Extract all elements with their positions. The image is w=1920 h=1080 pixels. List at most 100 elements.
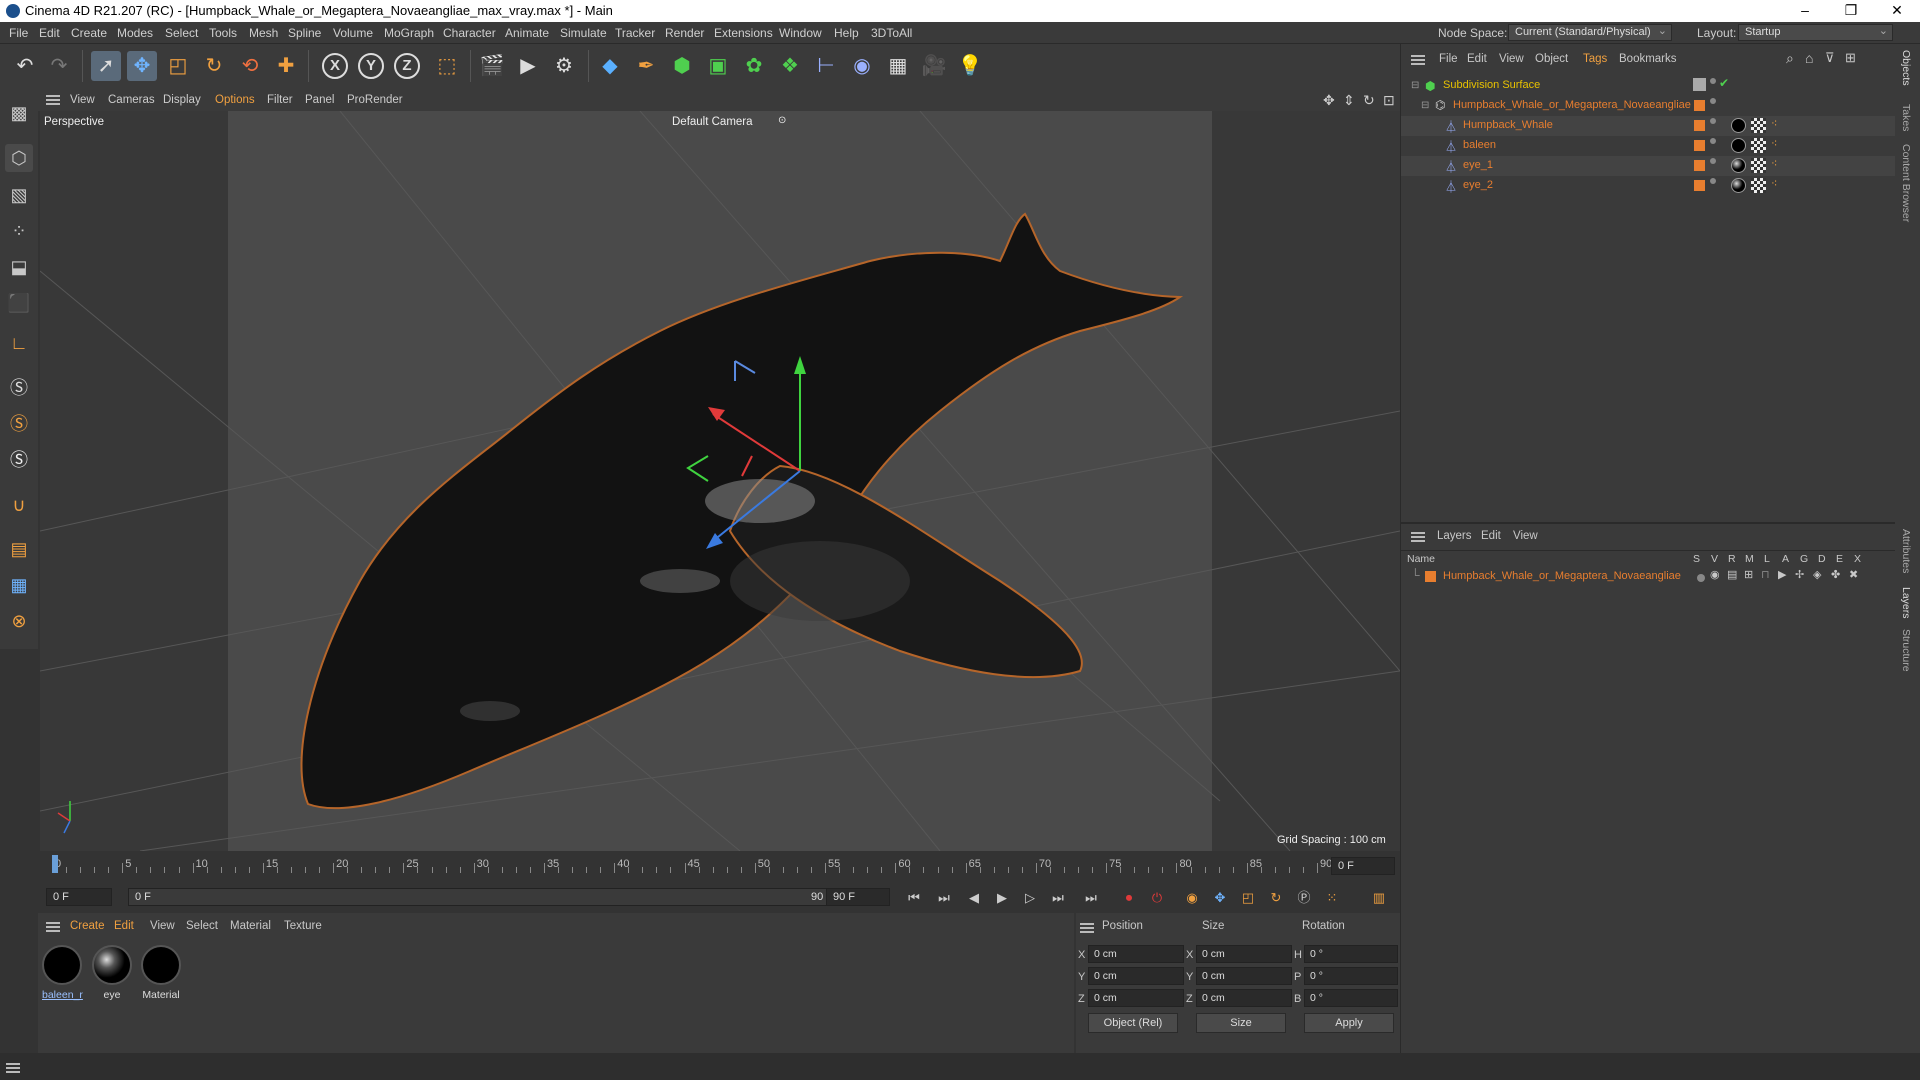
material-menu-texture[interactable]: Texture	[284, 920, 322, 932]
menu-edit[interactable]: Edit	[39, 26, 60, 40]
environment-icon[interactable]: ◉	[847, 51, 877, 81]
end-frame-field[interactable]: 90 F	[826, 888, 890, 906]
object-menu-file[interactable]: File	[1439, 53, 1458, 65]
object-menu-object[interactable]: Object	[1535, 53, 1568, 65]
status-hamburger-icon[interactable]	[6, 1063, 20, 1073]
material-swatch[interactable]: eye	[92, 945, 132, 1011]
deformer-flag-icon[interactable]: ◈	[1813, 568, 1821, 581]
home-icon[interactable]: ⌂	[1805, 50, 1813, 66]
rot-h-field[interactable]: 0 °	[1304, 945, 1398, 963]
side-tab-attributes[interactable]: Attributes	[1900, 529, 1912, 573]
light-icon[interactable]: 💡	[955, 51, 985, 81]
size-y-field[interactable]: 0 cm	[1196, 967, 1292, 985]
redo-icon[interactable]: ↷	[44, 51, 74, 81]
play-icon[interactable]: ▶	[991, 887, 1013, 909]
subdivision-generator-icon[interactable]: ⬢	[667, 51, 697, 81]
material-menu-edit[interactable]: Edit	[114, 920, 134, 932]
search-icon[interactable]: ⌕	[1786, 50, 1794, 67]
phong-tag-icon[interactable]: ⁖	[1771, 137, 1777, 150]
menu-modes[interactable]: Modes	[117, 26, 153, 40]
cube-primitive-icon[interactable]: ◆	[595, 51, 625, 81]
scale-key-icon[interactable]: ◰	[1237, 887, 1259, 909]
object-hamburger-icon[interactable]	[1411, 55, 1425, 65]
menu-extensions[interactable]: Extensions	[714, 26, 773, 40]
y-axis-lock-icon[interactable]: Y	[358, 53, 384, 79]
size-x-field[interactable]: 0 cm	[1196, 945, 1292, 963]
material-swatch[interactable]: baleen_r	[42, 945, 83, 1011]
make-editable-icon[interactable]: ▩	[5, 99, 33, 127]
object-row-eye-2[interactable]: ⏃ eye_2 ⁖	[1401, 176, 1896, 196]
side-tab-structure[interactable]: Structure	[1900, 629, 1912, 672]
live-selection-icon[interactable]: ➚	[91, 51, 121, 81]
object-row-eye-1[interactable]: ⏃ eye_1 ⁖	[1401, 156, 1896, 176]
menu-animate[interactable]: Animate	[505, 26, 549, 40]
collapse-icon[interactable]: ⊟	[1421, 100, 1429, 111]
deformer-icon[interactable]: ❖	[775, 51, 805, 81]
editor-visibility-dot[interactable]	[1710, 98, 1716, 104]
viewport-menu-options[interactable]: Options	[215, 94, 255, 106]
model-mode-icon[interactable]: ⬡	[5, 144, 33, 172]
polygons-mode-icon[interactable]: ⬛	[5, 289, 33, 317]
render-picture-viewer-icon[interactable]: ▶	[513, 51, 543, 81]
phong-tag-icon[interactable]: ⁖	[1771, 117, 1777, 130]
size-mode-dropdown[interactable]: Size	[1196, 1013, 1286, 1033]
mograph-cloner-icon[interactable]: ✿	[739, 51, 769, 81]
viewport-menu-filter[interactable]: Filter	[267, 94, 293, 106]
material-hamburger-icon[interactable]	[46, 922, 60, 932]
material-menu-create[interactable]: Create	[70, 920, 105, 932]
menu-volume[interactable]: Volume	[333, 26, 373, 40]
rot-p-field[interactable]: 0 °	[1304, 967, 1398, 985]
scale-tool-icon[interactable]: ◰	[163, 51, 193, 81]
go-to-end-icon[interactable]: ⏭	[1080, 887, 1102, 909]
xref-flag-icon[interactable]: ✖	[1849, 568, 1858, 581]
playhead[interactable]	[52, 855, 58, 873]
previous-frame-icon[interactable]: ◀	[963, 887, 985, 909]
object-menu-view[interactable]: View	[1499, 53, 1524, 65]
recent-tools-icon[interactable]: ⟲	[235, 51, 265, 81]
menu-tools[interactable]: Tools	[209, 26, 237, 40]
menu-window[interactable]: Window	[779, 26, 822, 40]
menu-spline[interactable]: Spline	[288, 26, 321, 40]
camera-icon[interactable]: 🎥	[919, 51, 949, 81]
object-menu-bookmarks[interactable]: Bookmarks	[1619, 53, 1677, 65]
filter-icon[interactable]: ⊽	[1825, 50, 1835, 66]
texture-mode-icon[interactable]: ▧	[5, 181, 33, 209]
menu-select[interactable]: Select	[165, 26, 198, 40]
quantize-icon[interactable]: Ⓢ	[5, 446, 33, 474]
floor-icon[interactable]: ▦	[883, 51, 913, 81]
editor-visibility-dot[interactable]	[1710, 118, 1716, 124]
viewport-hamburger-icon[interactable]	[46, 95, 60, 105]
side-tab-content-browser[interactable]: Content Browser	[1900, 144, 1912, 222]
pos-y-field[interactable]: 0 cm	[1088, 967, 1184, 985]
new-window-icon[interactable]: ⊞	[1845, 50, 1856, 66]
start-frame-field[interactable]: 0 F	[46, 888, 112, 906]
menu-render[interactable]: Render	[665, 26, 704, 40]
uvw-tag-icon[interactable]	[1751, 118, 1766, 133]
parameter-key-icon[interactable]: Ⓟ	[1293, 887, 1315, 909]
phong-tag-icon[interactable]: ⁖	[1771, 177, 1777, 190]
minimize-button[interactable]: –	[1782, 0, 1828, 22]
visible-flag-icon[interactable]: ◉	[1710, 568, 1720, 581]
close-button[interactable]: ✕	[1874, 0, 1920, 22]
object-row-humpback-whale[interactable]: ⏃ Humpback_Whale ⁖	[1401, 116, 1896, 136]
render-flag-icon[interactable]: ▤	[1727, 568, 1737, 581]
grid-icon[interactable]: ▦	[5, 571, 33, 599]
workplane-icon[interactable]: ▤	[5, 535, 33, 563]
record-active-objects-icon[interactable]: ⏺	[1118, 887, 1140, 909]
layer-color-swatch[interactable]	[1694, 160, 1705, 171]
menu-simulate[interactable]: Simulate	[560, 26, 607, 40]
node-space-dropdown[interactable]: Current (Standard/Physical)	[1508, 24, 1672, 41]
viewport-zoom-icon[interactable]: ⇕	[1343, 92, 1355, 109]
layer-color-swatch[interactable]	[1694, 100, 1705, 111]
uvw-tag-icon[interactable]	[1751, 158, 1766, 173]
material-menu-material[interactable]: Material	[230, 920, 271, 932]
expression-flag-icon[interactable]: ✤	[1831, 568, 1840, 581]
axis-mode-icon[interactable]: ∟	[5, 329, 33, 357]
generator-flag-icon[interactable]: ✢	[1795, 568, 1804, 581]
manager-flag-icon[interactable]: ⊞	[1744, 568, 1753, 581]
pos-z-field[interactable]: 0 cm	[1088, 989, 1184, 1007]
uvw-tag-icon[interactable]	[1751, 138, 1766, 153]
array-generator-icon[interactable]: ▣	[703, 51, 733, 81]
editor-visibility-dot[interactable]	[1710, 158, 1716, 164]
menu-mograph[interactable]: MoGraph	[384, 26, 434, 40]
